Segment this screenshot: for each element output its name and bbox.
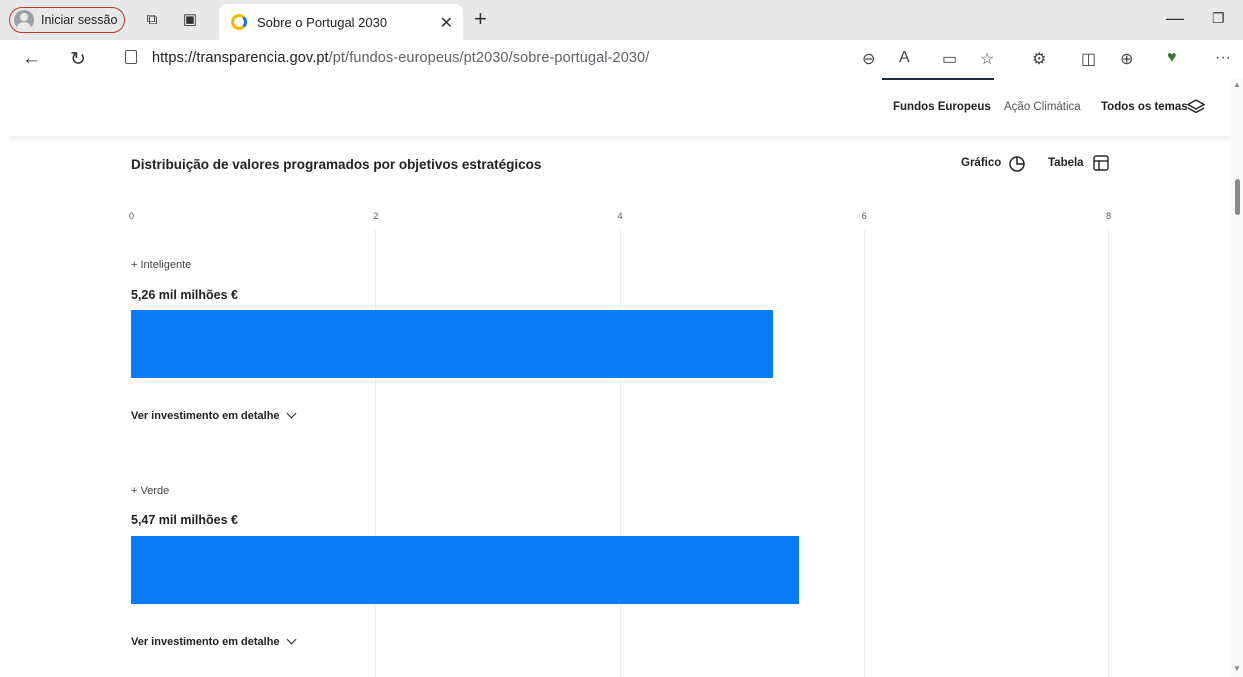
avatar-icon bbox=[14, 10, 34, 30]
ver-detalhe-link[interactable]: Ver investimento em detalhe bbox=[131, 408, 297, 422]
read-aloud-icon[interactable]: A bbox=[899, 49, 910, 67]
value-label: 5,47 mil milhões € bbox=[131, 513, 238, 527]
tab-title: Sobre o Portugal 2030 bbox=[257, 14, 388, 30]
tab-strip: Iniciar sessão ⧉ ▣ Sobre o Portugal 2030… bbox=[0, 0, 1243, 40]
url-field[interactable]: https://transparencia.gov.pt/pt/fundos-e… bbox=[152, 50, 649, 66]
tab-active[interactable]: Sobre o Portugal 2030 ✕ bbox=[219, 4, 463, 40]
x-tick-label: 8 bbox=[1106, 211, 1112, 221]
site-navigation: Fundos Europeus Ação Climática Todos os … bbox=[9, 78, 1231, 136]
layers-icon[interactable] bbox=[1186, 97, 1206, 117]
refresh-button[interactable]: ↻ bbox=[70, 48, 86, 71]
profile-button[interactable]: Iniciar sessão bbox=[9, 7, 125, 33]
chart-title: Distribuição de valores programados por … bbox=[131, 157, 542, 172]
page-content: Fundos Europeus Ação Climática Todos os … bbox=[9, 78, 1231, 677]
url-host: https://transparencia.gov.pt bbox=[152, 50, 329, 66]
chevron-down-icon bbox=[286, 634, 297, 645]
ver-detalhe-link[interactable]: Ver investimento em detalhe bbox=[131, 634, 297, 648]
gridline bbox=[619, 230, 621, 677]
minimize-button[interactable]: — bbox=[1166, 8, 1184, 29]
tab-actions-icon[interactable]: ▣ bbox=[180, 10, 200, 30]
chart-bar[interactable] bbox=[131, 310, 774, 378]
x-tick-label: 0 bbox=[129, 211, 135, 221]
gridline bbox=[1108, 230, 1109, 677]
value-label: 5,26 mil milhões € bbox=[131, 288, 238, 302]
scrollbar-thumb[interactable] bbox=[1235, 179, 1240, 215]
back-button[interactable]: ← bbox=[22, 48, 41, 70]
nav-acao-climatica[interactable]: Ação Climática bbox=[1004, 101, 1081, 113]
scroll-down-icon[interactable]: ▼ bbox=[1233, 664, 1241, 673]
detail-label: Ver investimento em detalhe bbox=[131, 410, 280, 422]
detail-label: Ver investimento em detalhe bbox=[131, 636, 280, 648]
grafico-toggle-label[interactable]: Gráfico bbox=[961, 157, 1001, 169]
zoom-icon[interactable]: ⊖ bbox=[862, 49, 875, 69]
nav-fundos-europeus[interactable]: Fundos Europeus bbox=[893, 101, 991, 113]
site-favicon-icon bbox=[231, 14, 247, 30]
favorite-star-icon[interactable]: ☆ bbox=[980, 49, 994, 69]
category-label: + Inteligente bbox=[131, 259, 192, 271]
workspaces-icon[interactable]: ⧉ bbox=[142, 10, 162, 30]
url-path: /pt/fundos-europeus/pt2030/sobre-portuga… bbox=[328, 50, 650, 66]
gridline bbox=[375, 230, 377, 677]
tabela-toggle-label[interactable]: Tabela bbox=[1048, 157, 1084, 169]
x-tick-label: 4 bbox=[617, 211, 623, 221]
x-tick-label: 6 bbox=[861, 211, 867, 221]
nav-todos-os-temas[interactable]: Todos os temas bbox=[1101, 101, 1188, 113]
settings-more-icon[interactable]: ··· bbox=[1215, 49, 1231, 67]
extensions-icon[interactable]: ⚙ bbox=[1032, 49, 1046, 69]
profile-label: Iniciar sessão bbox=[41, 13, 118, 27]
scroll-up-icon[interactable]: ▲ bbox=[1233, 80, 1241, 89]
new-tab-button[interactable]: + bbox=[474, 6, 487, 32]
gridline bbox=[863, 230, 865, 677]
active-nav-indicator bbox=[882, 78, 994, 80]
browser-essentials-icon[interactable]: ♥ bbox=[1167, 49, 1177, 67]
close-tab-icon[interactable]: ✕ bbox=[440, 13, 453, 33]
table-icon[interactable] bbox=[1092, 154, 1110, 172]
split-screen-icon[interactable]: ◫ bbox=[1081, 49, 1096, 69]
chevron-down-icon bbox=[286, 408, 297, 419]
x-tick-label: 2 bbox=[373, 211, 379, 221]
restore-button[interactable]: ❐ bbox=[1212, 10, 1225, 27]
collections-icon[interactable]: ⊕ bbox=[1120, 49, 1133, 69]
browser-window: Iniciar sessão ⧉ ▣ Sobre o Portugal 2030… bbox=[0, 0, 1243, 677]
pie-chart-icon[interactable] bbox=[1008, 154, 1026, 172]
address-toolbar: ← ↻ https://transparencia.gov.pt/pt/fund… bbox=[0, 40, 1243, 78]
chart-bar[interactable] bbox=[131, 536, 800, 604]
immersive-reader-icon[interactable]: ▭ bbox=[942, 49, 957, 69]
site-info-icon[interactable] bbox=[125, 50, 137, 64]
category-label: + Verde bbox=[131, 485, 170, 497]
scrollbar[interactable] bbox=[1231, 78, 1243, 677]
